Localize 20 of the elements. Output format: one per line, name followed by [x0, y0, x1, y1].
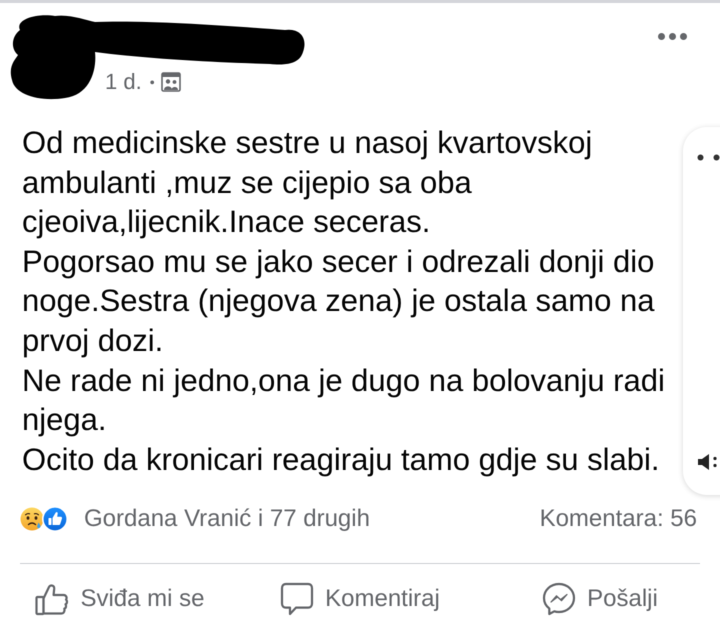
sad-face-icon [20, 507, 44, 532]
thumbs-up-icon [35, 582, 70, 616]
like-button[interactable]: Sviđa mi se [35, 582, 205, 616]
bolt-bubble-icon [542, 582, 576, 616]
more-icon[interactable] [697, 154, 720, 161]
post-paragraph: Ne rade ni jedno,ona je dugo na bolovanju radi njega. [22, 362, 666, 440]
reactions-summary[interactable]: Gordana Vranić i 77 drugih [84, 505, 370, 534]
thumbs-up-icon [42, 506, 68, 532]
more-icon[interactable] [658, 33, 687, 40]
comment-button[interactable]: Komentiraj [280, 582, 440, 616]
post-time[interactable]: 1 d. [105, 69, 142, 95]
speaker-icon[interactable] [697, 453, 719, 471]
speech-bubble-icon [280, 582, 314, 616]
separator-dot: • [150, 73, 155, 92]
share-button[interactable]: Pošalji [542, 582, 658, 616]
post-paragraph: Ocito da kronicari reagiraju tamo gdje su slabi. [22, 440, 661, 479]
post-paragraph: Od medicinske sestre u nasoj kvartovskoj ambulanti ,muz se cijepio sa oba cjeoiva,lijecnik.Inace seceras. [22, 124, 594, 242]
people-icon [160, 72, 181, 92]
comments-count[interactable]: Komentara: 56 [540, 505, 697, 534]
post-paragraph: Pogorsao mu se jako secer i odrezali donji dio noge.Sestra (njegova zena) je ostala samo na prvoj dozi. [22, 242, 656, 360]
